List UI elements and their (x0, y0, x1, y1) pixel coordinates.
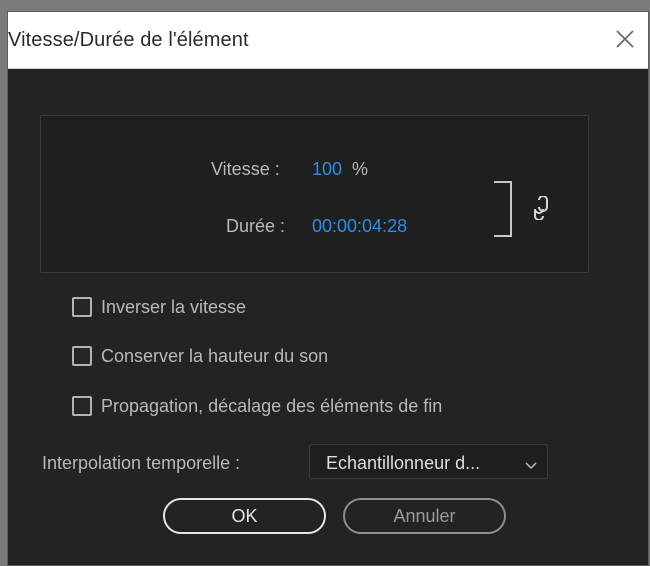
maintain-pitch-option[interactable]: Conserver la hauteur du son (72, 344, 328, 368)
cancel-button[interactable]: Annuler (343, 498, 506, 534)
chevron-down-icon (524, 457, 538, 470)
interpolation-label: Interpolation temporelle : (42, 453, 241, 473)
ripple-edit-option[interactable]: Propagation, décalage des éléments de fi… (72, 394, 442, 418)
duration-value[interactable]: 00:00:04:28 (312, 216, 407, 237)
link-icon[interactable] (530, 195, 552, 221)
reverse-speed-checkbox[interactable] (72, 297, 92, 317)
close-icon[interactable] (612, 26, 638, 52)
interpolation-selected-value: Echantillonneur d... (326, 453, 481, 473)
reverse-speed-option[interactable]: Inverser la vitesse (72, 295, 246, 319)
maintain-pitch-label: Conserver la hauteur du son (101, 345, 329, 366)
speed-unit: % (352, 159, 369, 179)
link-bracket (492, 180, 514, 238)
title-bar[interactable]: Vitesse/Durée de l'élément (8, 12, 648, 69)
speed-value[interactable]: 100 (312, 159, 342, 180)
maintain-pitch-checkbox[interactable] (72, 346, 92, 366)
interpolation-select[interactable]: Echantillonneur d... (309, 444, 548, 479)
ripple-edit-label: Propagation, décalage des éléments de fi… (101, 395, 443, 416)
duration-label: Durée : (226, 216, 286, 236)
speed-duration-panel: Vitesse : 100 % Durée : 00:00:04:28 (40, 115, 589, 273)
dialog-title: Vitesse/Durée de l'élément (8, 29, 249, 51)
speed-label: Vitesse : (211, 159, 280, 179)
speed-duration-dialog: Vitesse/Durée de l'élément Vitesse : 100… (8, 12, 648, 565)
ripple-edit-checkbox[interactable] (72, 396, 92, 416)
ok-button[interactable]: OK (163, 498, 326, 534)
reverse-speed-label: Inverser la vitesse (101, 296, 247, 317)
